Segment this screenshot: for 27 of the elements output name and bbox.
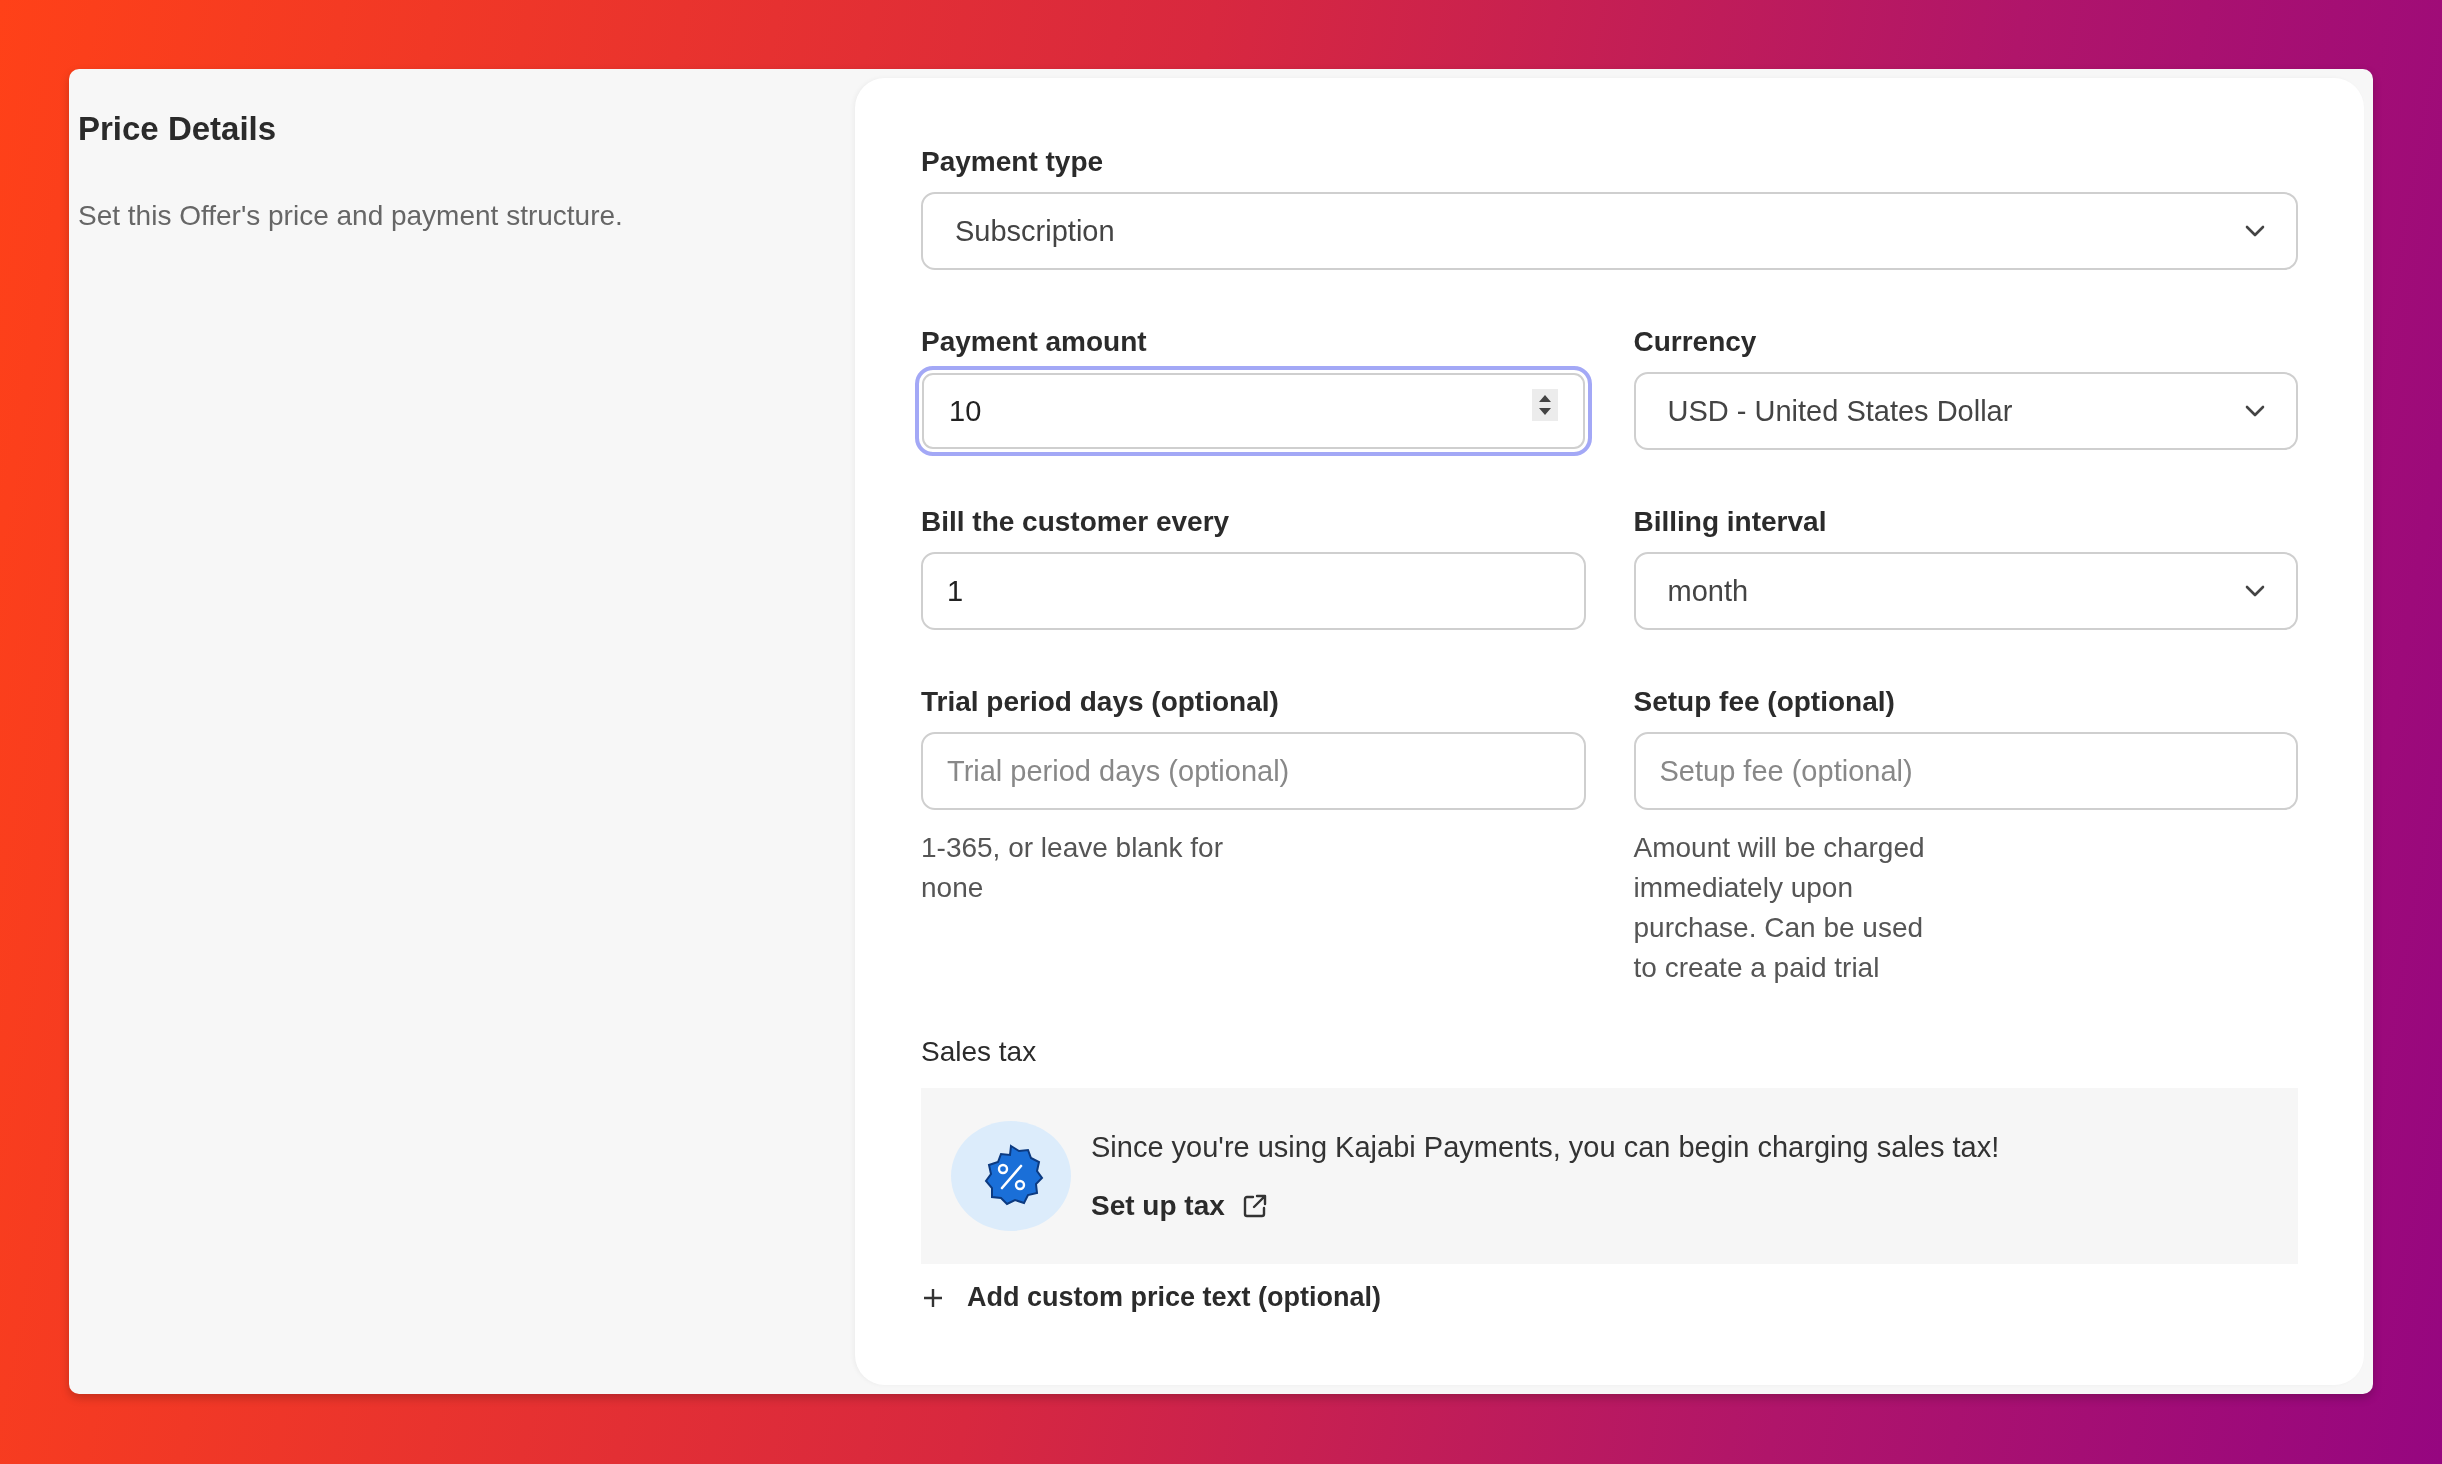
select-field[interactable]: Subscription bbox=[921, 192, 2298, 270]
select-field[interactable]: month bbox=[1633, 552, 2298, 630]
input-field[interactable]: 1 bbox=[921, 552, 1586, 630]
input-field[interactable]: Setup fee (optional) bbox=[1633, 732, 2298, 810]
field-label: Currency bbox=[1633, 326, 1758, 358]
field-hint: Amount will be charged immediately upon purchase. Can be used to create a paid trial bbox=[1633, 831, 1926, 985]
field-label: Billing interval bbox=[1633, 506, 1828, 538]
chevron-down-icon bbox=[2244, 404, 2266, 418]
input-field[interactable]: Trial period days (optional) bbox=[921, 732, 1586, 810]
field-label: Trial period days (optional) bbox=[921, 686, 1280, 718]
chevron-down-icon bbox=[2244, 224, 2266, 238]
field-label: Setup fee (optional) bbox=[1633, 686, 1896, 718]
section-description: Set this Offer's price and payment structure. bbox=[78, 200, 624, 232]
sales-tax-message: Since you're using Kajabi Payments, you can begin charging sales tax! bbox=[1091, 1130, 2000, 1164]
sales-tax-label: Sales tax bbox=[921, 1036, 1038, 1068]
chevron-down-icon bbox=[2244, 584, 2266, 598]
field-label: Bill the customer every bbox=[921, 506, 1231, 538]
field-label: Payment amount bbox=[921, 326, 1148, 358]
number-field[interactable]: 10 bbox=[915, 366, 1592, 456]
field-label: Payment type bbox=[921, 146, 1105, 178]
set-up-tax-link[interactable]: Set up tax bbox=[1091, 1189, 1269, 1222]
field-hint: 1-365, or leave blank for none bbox=[921, 831, 1224, 905]
section-title: Price Details bbox=[78, 110, 278, 148]
stepper-icon[interactable] bbox=[1531, 389, 1558, 421]
add-custom-price-text-link[interactable]: Add custom price text (optional) bbox=[921, 1282, 2298, 1313]
percent-badge-icon bbox=[951, 1120, 1073, 1232]
select-field[interactable]: USD - United States Dollar bbox=[1633, 372, 2298, 450]
